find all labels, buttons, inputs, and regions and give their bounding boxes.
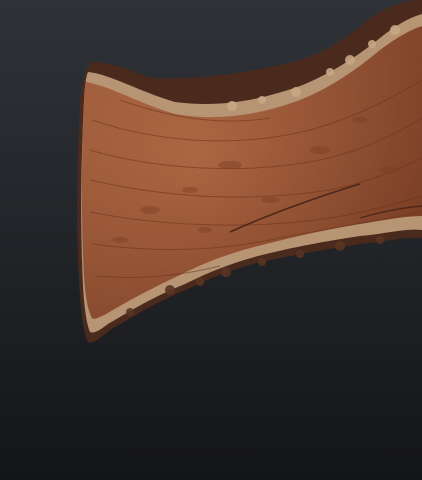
product-photo	[0, 0, 422, 480]
wood-slab-image	[0, 0, 422, 480]
